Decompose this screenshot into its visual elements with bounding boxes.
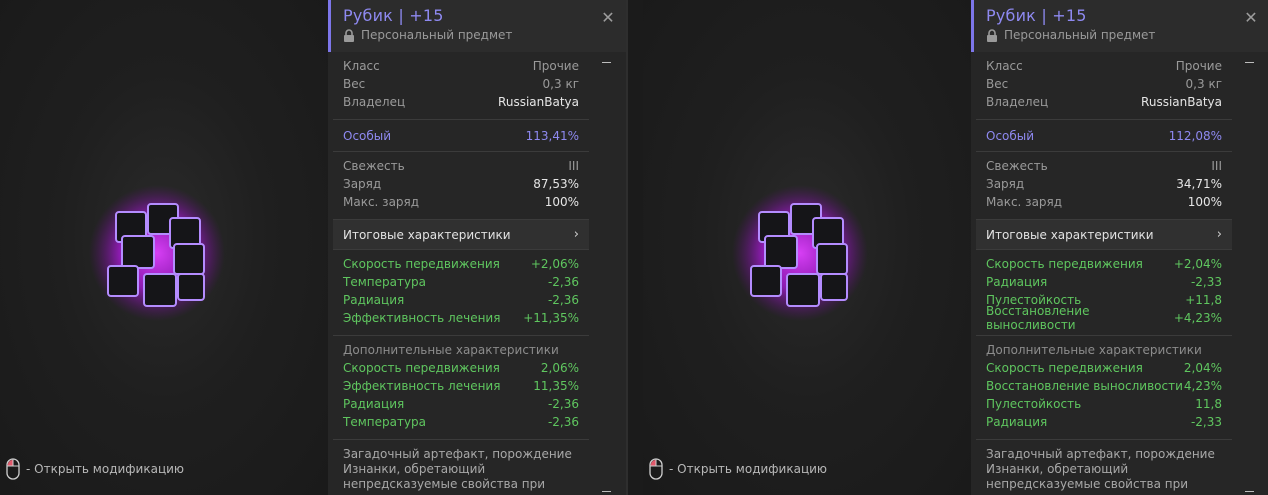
info-row: Владелец RussianBatya: [986, 95, 1222, 109]
info-row: Класс Прочие: [986, 59, 1222, 73]
item-title: Рубик | +15: [986, 6, 1087, 25]
state-row: Макс. заряд 100%: [343, 195, 579, 209]
stat-row: Скорость передвижения +2,06%: [343, 257, 579, 271]
lock-icon: [987, 28, 997, 42]
item-details: Класс Прочие Вес 0,3 кг Владелец RussianBat…: [333, 52, 589, 495]
extra-stat-row: Эффективность лечения 11,35%: [343, 379, 579, 393]
rarity-section: Особый 113,41%: [333, 120, 589, 152]
lock-icon: [344, 28, 354, 42]
item-info-card: Рубик | +15 Персональный предмет ✕ Класс…: [971, 0, 1268, 495]
item-panel-1: - Открыть модификацию Рубик | +15 Персон…: [0, 0, 626, 495]
subtitle-text: Персональный предмет: [361, 28, 513, 42]
rarity-section: Особый 112,08%: [976, 120, 1232, 152]
item-info-card: Рубик | +15 Персональный предмет ✕ Класс…: [328, 0, 626, 495]
summary-stats-button[interactable]: Итоговые характеристики ›: [976, 220, 1232, 250]
summary-label: Итоговые характеристики: [986, 227, 1154, 242]
stat-row: Скорость передвижения +2,04%: [986, 257, 1222, 271]
extra-stat-row: Пулестойкость 11,8: [986, 397, 1222, 411]
chevron-right-icon: ›: [1216, 227, 1222, 242]
mouse-icon: [649, 458, 663, 480]
state-section: Свежесть III Заряд 87,53% Макс. заряд 100%: [333, 152, 589, 220]
details-scrollbar[interactable]: [601, 60, 613, 492]
personal-item-label: Персональный предмет: [343, 28, 626, 42]
item-header: Рубик | +15 Персональный предмет ✕: [328, 0, 626, 52]
extra-stats-section: Дополнительные характеристики Скорость п…: [976, 336, 1232, 440]
item-details: Класс Прочие Вес 0,3 кг Владелец RussianBat…: [976, 52, 1232, 495]
chevron-right-icon: ›: [573, 227, 579, 242]
extra-stat-row: Восстановление выносливости 4,23%: [986, 379, 1222, 393]
item-title: Рубик | +15: [343, 6, 444, 25]
extra-stat-row: Скорость передвижения 2,06%: [343, 361, 579, 375]
panel-divider: [626, 0, 628, 495]
item-panel-2: - Открыть модификацию Рубик | +15 Персон…: [643, 0, 1268, 495]
info-section: Класс Прочие Вес 0,3 кг Владелец RussianBat…: [333, 52, 589, 120]
summary-label: Итоговые характеристики: [343, 227, 511, 242]
extra-stats-title: Дополнительные характеристики: [986, 343, 1202, 357]
stat-row: Восстановление выносливости +4,23%: [986, 304, 1222, 332]
hint-text: - Открыть модификацию: [669, 462, 828, 476]
stats-section: Скорость передвижения +2,04% Радиация -2,3…: [976, 250, 1232, 336]
info-row: Класс Прочие: [343, 59, 579, 73]
info-row: Вес 0,3 кг: [343, 77, 579, 91]
extra-stat-row: Скорость передвижения 2,04%: [986, 361, 1222, 375]
item-header: Рубик | +15 Персональный предмет ✕: [971, 0, 1268, 52]
info-section: Класс Прочие Вес 0,3 кг Владелец RussianBat…: [976, 52, 1232, 120]
stat-row: Температура -2,36: [343, 275, 579, 289]
item-preview: - Открыть модификацию: [643, 0, 971, 495]
rarity-row: Особый 112,08%: [986, 128, 1222, 143]
hint-text: - Открыть модификацию: [26, 462, 185, 476]
item-preview: - Открыть модификацию: [0, 0, 328, 495]
extra-stat-row: Радиация -2,36: [343, 397, 579, 411]
close-icon[interactable]: ✕: [600, 10, 616, 26]
item-description: Загадочный артефакт, порождение Изнанки,…: [986, 447, 1215, 495]
state-row: Макс. заряд 100%: [986, 195, 1222, 209]
extra-stats-section: Дополнительные характеристики Скорость п…: [333, 336, 589, 440]
stats-section: Скорость передвижения +2,06% Температура -…: [333, 250, 589, 336]
stat-row: Эффективность лечения +11,35%: [343, 311, 579, 325]
item-description: Загадочный артефакт, порождение Изнанки,…: [343, 447, 572, 495]
state-row: Свежесть III: [986, 159, 1222, 173]
cube-artifact-icon: [82, 178, 232, 328]
state-row: Свежесть III: [343, 159, 579, 173]
details-scrollbar[interactable]: [1244, 60, 1256, 492]
mouse-icon: [6, 458, 20, 480]
cube-artifact-icon: [725, 178, 875, 328]
stat-row: Радиация -2,36: [343, 293, 579, 307]
close-icon[interactable]: ✕: [1243, 10, 1259, 26]
stat-row: Радиация -2,33: [986, 275, 1222, 289]
extra-stat-row: Радиация -2,33: [986, 415, 1222, 429]
subtitle-text: Персональный предмет: [1004, 28, 1156, 42]
summary-stats-button[interactable]: Итоговые характеристики ›: [333, 220, 589, 250]
info-row: Вес 0,3 кг: [986, 77, 1222, 91]
state-row: Заряд 87,53%: [343, 177, 579, 191]
personal-item-label: Персональный предмет: [986, 28, 1268, 42]
extra-stats-title: Дополнительные характеристики: [343, 343, 559, 357]
info-row: Владелец RussianBatya: [343, 95, 579, 109]
open-mod-hint: - Открыть модификацию: [649, 457, 827, 481]
extra-stat-row: Температура -2,36: [343, 415, 579, 429]
state-section: Свежесть III Заряд 34,71% Макс. заряд 100%: [976, 152, 1232, 220]
rarity-row: Особый 113,41%: [343, 128, 579, 143]
state-row: Заряд 34,71%: [986, 177, 1222, 191]
open-mod-hint: - Открыть модификацию: [6, 457, 184, 481]
